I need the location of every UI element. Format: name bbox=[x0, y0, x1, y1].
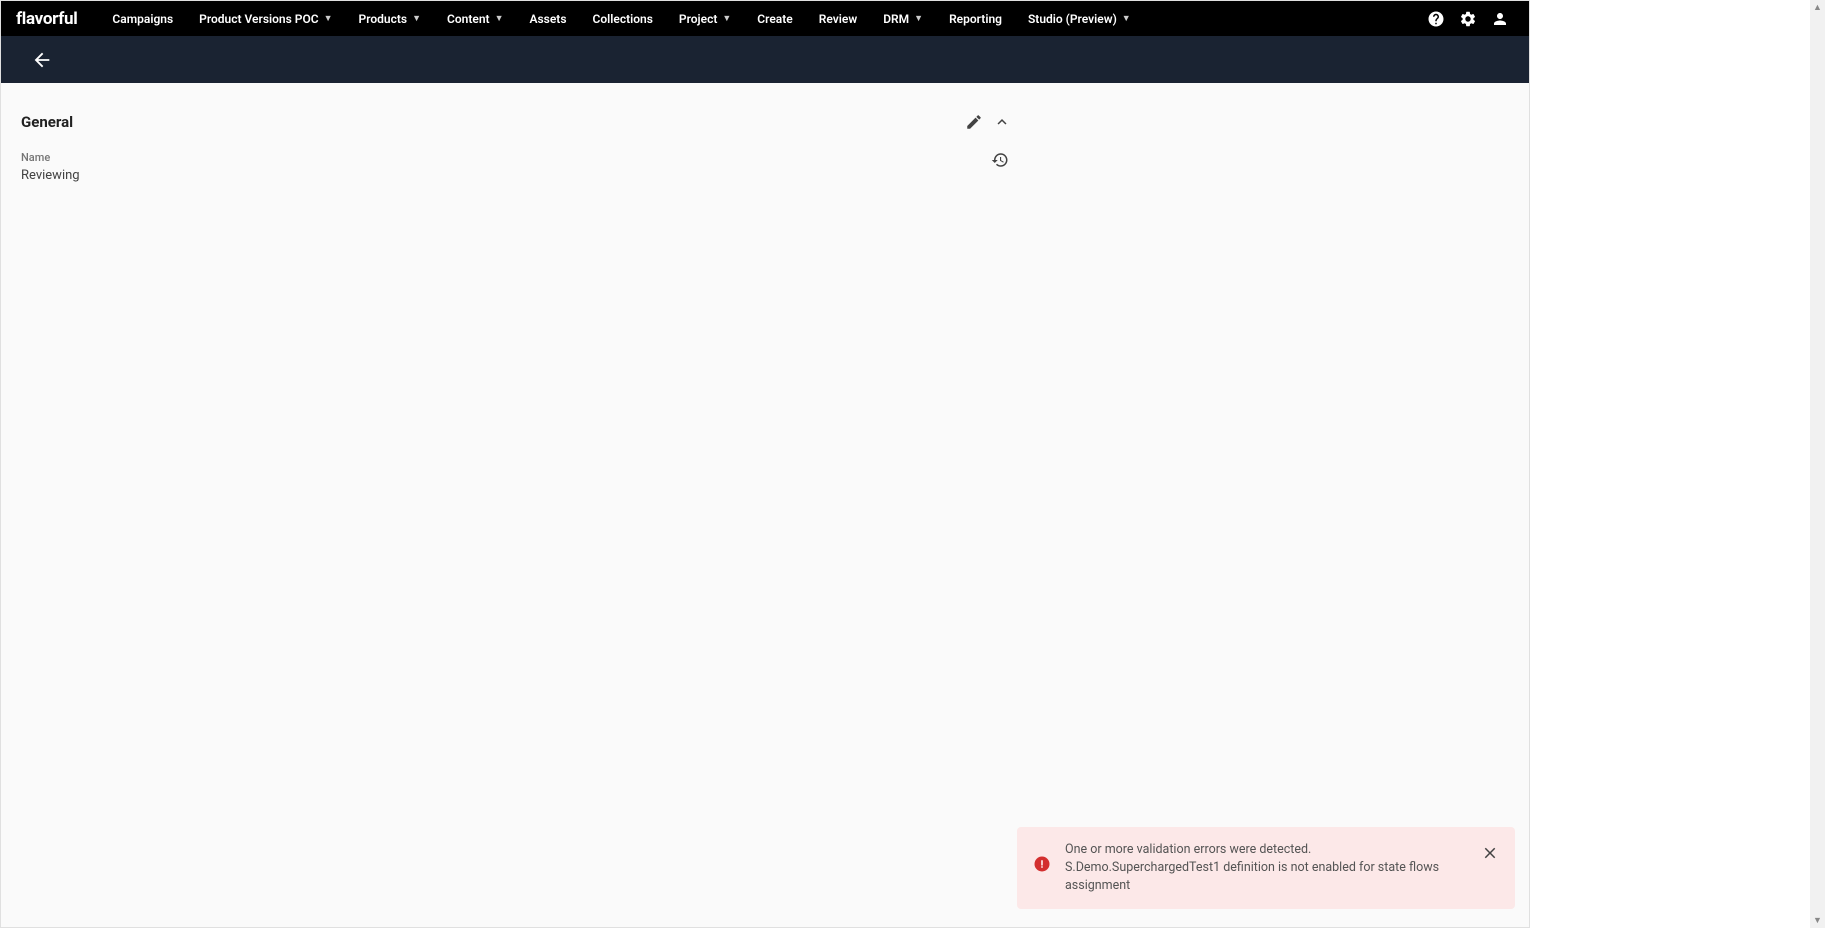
nav-drm[interactable]: DRM ▼ bbox=[870, 1, 936, 36]
general-section: General Name Reviewing bbox=[21, 103, 1011, 193]
help-icon[interactable] bbox=[1427, 10, 1445, 28]
section-title: General bbox=[21, 113, 73, 131]
nav-assets[interactable]: Assets bbox=[516, 1, 579, 36]
nav-item-label: Reporting bbox=[949, 12, 1002, 26]
error-icon bbox=[1033, 855, 1051, 873]
error-toast: One or more validation errors were detec… bbox=[1017, 827, 1515, 909]
error-message: One or more validation errors were detec… bbox=[1065, 841, 1467, 895]
nav-item-label: Content bbox=[447, 12, 490, 26]
nav-item-label: Review bbox=[819, 12, 857, 26]
nav-create[interactable]: Create bbox=[744, 1, 805, 36]
user-profile-icon[interactable] bbox=[1491, 10, 1509, 28]
nav-products[interactable]: Products ▼ bbox=[346, 1, 434, 36]
close-icon[interactable] bbox=[1481, 844, 1499, 862]
nav-item-label: Studio (Preview) bbox=[1028, 12, 1117, 26]
chevron-down-icon: ▼ bbox=[914, 13, 923, 24]
nav-item-label: Campaigns bbox=[112, 12, 173, 26]
error-line-1: One or more validation errors were detec… bbox=[1065, 841, 1467, 859]
nav-campaigns[interactable]: Campaigns bbox=[99, 1, 186, 36]
error-line-2: S.Demo.SuperchargedTest1 definition is n… bbox=[1065, 859, 1467, 895]
field-name-row: Name Reviewing bbox=[21, 141, 1011, 193]
scroll-down-arrow-icon[interactable]: ▼ bbox=[1813, 915, 1822, 926]
history-icon-wrap bbox=[991, 151, 1011, 173]
nav-content[interactable]: Content ▼ bbox=[434, 1, 516, 36]
section-actions bbox=[965, 113, 1011, 131]
chevron-down-icon: ▼ bbox=[412, 13, 421, 24]
nav-product-versions-poc[interactable]: Product Versions POC ▼ bbox=[186, 1, 345, 36]
history-icon[interactable] bbox=[991, 151, 1009, 169]
chevron-down-icon: ▼ bbox=[324, 13, 333, 24]
content-area: General Name Reviewing bbox=[1, 83, 1529, 927]
back-arrow-icon[interactable] bbox=[31, 49, 53, 71]
nav-reporting[interactable]: Reporting bbox=[936, 1, 1015, 36]
nav-items-container: Campaigns Product Versions POC ▼ Product… bbox=[99, 1, 1427, 36]
nav-item-label: Product Versions POC bbox=[199, 12, 318, 26]
nav-review[interactable]: Review bbox=[806, 1, 870, 36]
nav-right-icons bbox=[1427, 10, 1514, 28]
nav-item-label: Products bbox=[359, 12, 408, 26]
field-content: Name Reviewing bbox=[21, 151, 80, 183]
edit-pencil-icon[interactable] bbox=[965, 113, 983, 131]
field-name-value: Reviewing bbox=[21, 168, 80, 183]
chevron-down-icon: ▼ bbox=[1122, 13, 1131, 24]
section-header: General bbox=[21, 103, 1011, 141]
collapse-chevron-up-icon[interactable] bbox=[993, 113, 1011, 131]
nav-collections[interactable]: Collections bbox=[580, 1, 666, 36]
sub-header bbox=[1, 36, 1529, 83]
settings-gear-icon[interactable] bbox=[1459, 10, 1477, 28]
chevron-down-icon: ▼ bbox=[722, 13, 731, 24]
scroll-up-arrow-icon[interactable]: ▲ bbox=[1813, 2, 1822, 13]
nav-item-label: DRM bbox=[883, 12, 909, 26]
nav-item-label: Collections bbox=[593, 12, 653, 26]
chevron-down-icon: ▼ bbox=[495, 13, 504, 24]
field-name-label: Name bbox=[21, 151, 80, 164]
nav-item-label: Project bbox=[679, 12, 717, 26]
nav-project[interactable]: Project ▼ bbox=[666, 1, 744, 36]
nav-item-label: Create bbox=[757, 12, 792, 26]
browser-scrollbar[interactable]: ▲ ▼ bbox=[1810, 0, 1825, 928]
nav-item-label: Assets bbox=[529, 12, 566, 26]
top-navigation: flavorful Campaigns Product Versions POC… bbox=[1, 1, 1529, 36]
nav-studio-preview[interactable]: Studio (Preview) ▼ bbox=[1015, 1, 1144, 36]
brand-logo[interactable]: flavorful bbox=[16, 9, 77, 29]
